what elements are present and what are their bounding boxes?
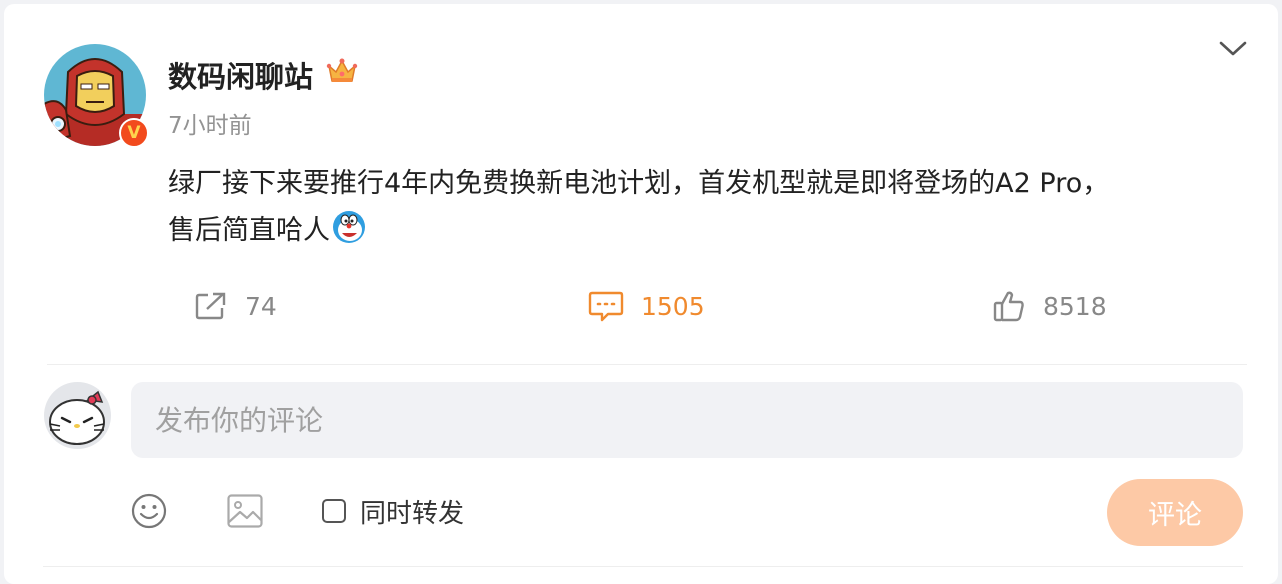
doraemon-emoji-icon — [333, 211, 365, 243]
like-count: 8518 — [1043, 291, 1107, 321]
chevron-down-icon[interactable] — [1217, 37, 1249, 61]
comment-count: 1505 — [641, 291, 705, 321]
comment-input-wrapper — [131, 382, 1243, 458]
repost-button[interactable]: 74 — [194, 286, 277, 326]
checkbox[interactable] — [322, 499, 346, 523]
comment-icon — [588, 291, 624, 322]
share-icon — [195, 292, 226, 320]
post-content: 绿厂接下来要推行4年内免费换新电池计划，首发机型就是即将登场的A2 Pro， 售… — [168, 160, 1238, 254]
post-text-line: 绿厂接下来要推行4年内免费换新电池计划，首发机型就是即将登场的A2 Pro， — [168, 168, 1110, 199]
divider — [47, 364, 1247, 365]
post-text-line: 售后简直哈人 — [168, 207, 1238, 254]
forward-label: 同时转发 — [360, 498, 465, 529]
image-icon[interactable] — [226, 492, 264, 530]
post-timestamp[interactable]: 7小时前 — [168, 106, 252, 140]
comment-input[interactable] — [131, 382, 1243, 458]
thumbs-up-icon — [993, 291, 1024, 322]
crown-badge-icon — [326, 58, 358, 82]
post-text-segment: 售后简直哈人 — [168, 215, 330, 246]
smiley-icon[interactable] — [130, 492, 168, 530]
weibo-post-card: V 数码闲聊站 7小时前 绿厂接下来要推行4年内免费换新电池计划，首发机型就是即… — [4, 4, 1278, 584]
comment-button[interactable]: 1505 — [588, 286, 705, 326]
repost-count: 74 — [245, 291, 277, 321]
forward-checkbox[interactable]: 同时转发 — [322, 494, 465, 529]
like-button[interactable]: 8518 — [992, 286, 1107, 326]
verified-badge-icon: V — [119, 118, 149, 148]
submit-comment-button[interactable]: 评论 — [1107, 479, 1243, 546]
current-user-avatar[interactable] — [44, 382, 111, 449]
author-name[interactable]: 数码闲聊站 — [168, 54, 313, 96]
divider — [43, 566, 1243, 567]
